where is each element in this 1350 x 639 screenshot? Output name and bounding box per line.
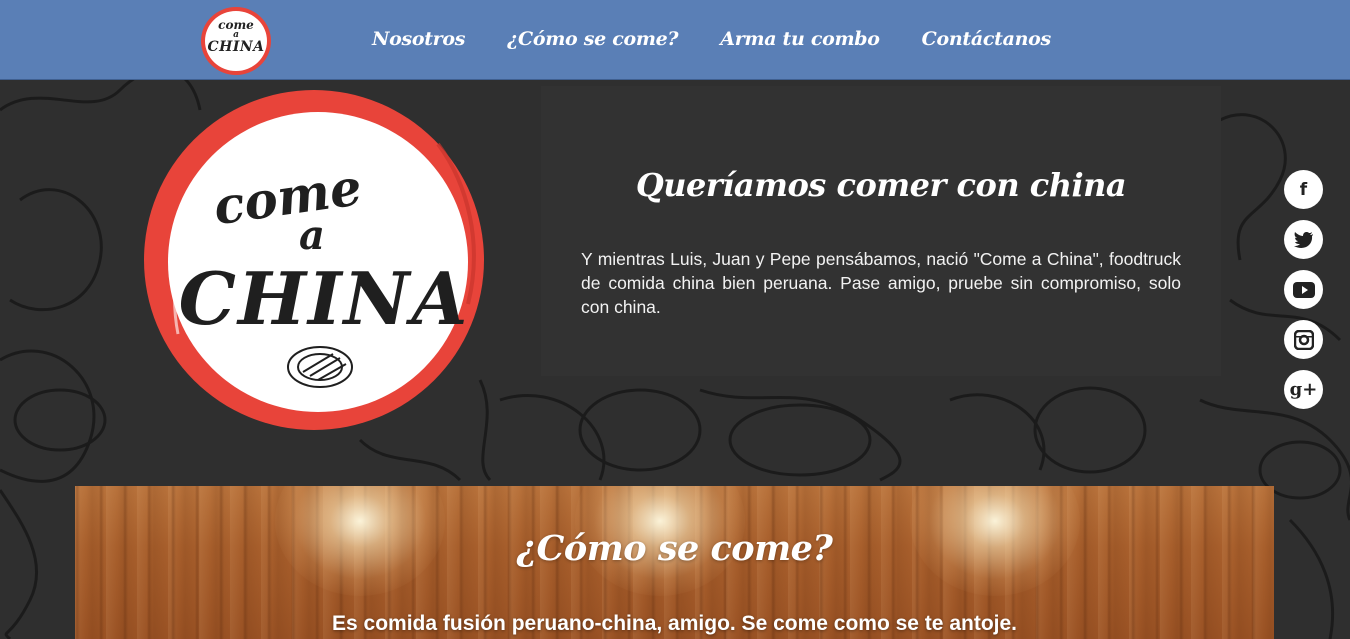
nav-logo[interactable]: come a CHINA — [201, 7, 271, 75]
youtube-icon[interactable] — [1284, 270, 1323, 309]
hero-text: Y mientras Luis, Juan y Pepe pensábamos,… — [581, 249, 1181, 317]
nav-item-contactanos[interactable]: Contáctanos — [922, 28, 1052, 58]
instagram-icon[interactable] — [1284, 320, 1323, 359]
social-links: f g+ — [1284, 170, 1324, 420]
nav-logo-line3: CHINA — [207, 39, 265, 55]
twitter-icon[interactable] — [1284, 220, 1323, 259]
how-to-eat-section: ¿Cómo se come? Es comida fusión peruano-… — [75, 486, 1274, 639]
hero-logo: come a CHINA — [144, 90, 484, 430]
how-to-eat-text: Es comida fusión peruano-china, amigo. S… — [332, 612, 1017, 635]
nav-item-como-se-come[interactable]: ¿Cómo se come? — [507, 28, 678, 58]
nav-item-nosotros[interactable]: Nosotros — [372, 28, 465, 58]
hero-logo-line2: a — [299, 212, 325, 259]
nav-item-arma-tu-combo[interactable]: Arma tu combo — [720, 28, 880, 58]
hero-panel — [541, 86, 1221, 376]
nav-menu: Nosotros ¿Cómo se come? Arma tu combo Co… — [372, 28, 1093, 58]
hero-logo-line3: CHINA — [179, 256, 470, 341]
google-plus-icon[interactable]: g+ — [1284, 370, 1323, 409]
hero-title: Queríamos comer con china — [635, 166, 1127, 204]
facebook-icon[interactable]: f — [1284, 170, 1323, 209]
how-to-eat-title: ¿Cómo se come? — [516, 528, 833, 569]
top-navbar: come a CHINA Nosotros ¿Cómo se come? Arm… — [0, 0, 1350, 80]
